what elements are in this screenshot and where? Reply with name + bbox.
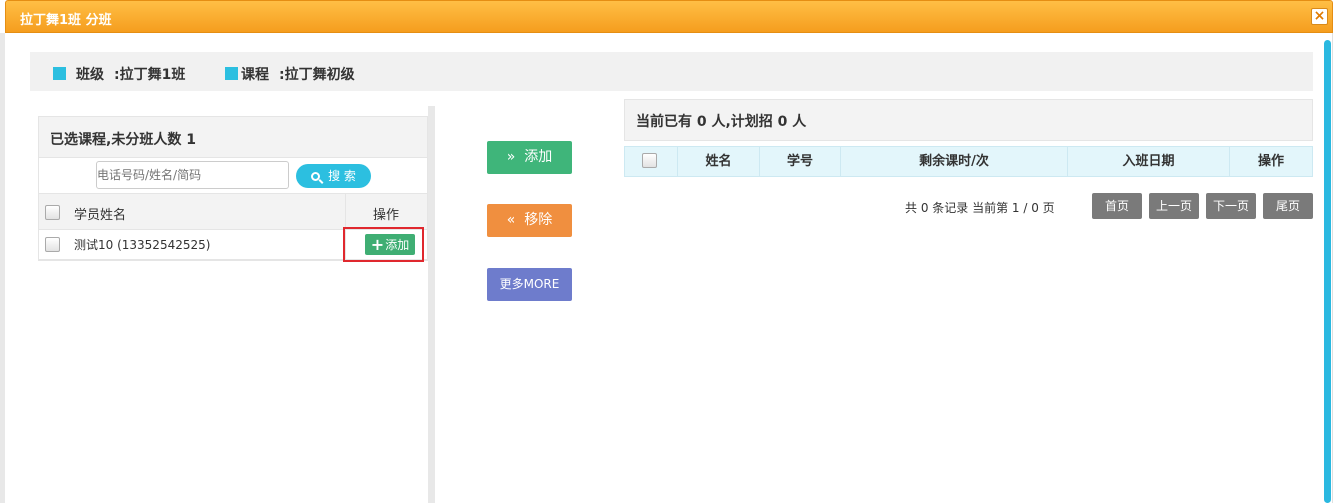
double-chevron-right-icon: »: [506, 149, 516, 165]
left-panel-header: 已选课程,未分班人数 1: [39, 117, 427, 158]
course-label: 课程: [241, 67, 269, 83]
column-operation: 操作: [373, 208, 400, 223]
course-value: :拉丁舞初级: [279, 67, 355, 83]
select-all-checkbox[interactable]: [642, 153, 657, 168]
class-value: :拉丁舞1班: [114, 67, 186, 83]
right-table-header: 姓名 学号 剩余课时/次 入班日期 操作: [624, 146, 1313, 177]
table-row: 测试10 (13352542525) +添加: [39, 227, 427, 262]
row-add-label: 添加: [385, 238, 410, 252]
student-name: 测试10 (13352542525): [74, 238, 211, 252]
right-panel-header: 当前已有 0 人,计划招 0 人: [624, 99, 1313, 141]
column-operation: 操作: [1229, 147, 1312, 176]
select-all-cell: [625, 147, 677, 176]
column-student-id: 学号: [759, 147, 840, 176]
search-button-label: 搜 索: [328, 169, 356, 183]
class-info-bar: 班级 :拉丁舞1班 课程 :拉丁舞初级: [30, 52, 1313, 91]
row-add-button[interactable]: +添加: [365, 234, 415, 255]
close-icon[interactable]: ×: [1311, 8, 1328, 25]
select-all-checkbox[interactable]: [45, 205, 60, 220]
search-icon: [311, 172, 321, 181]
dialog-title: 拉丁舞1班 分班: [20, 13, 112, 28]
class-label: 班级: [76, 67, 104, 83]
next-page-button[interactable]: 下一页: [1206, 193, 1256, 219]
column-divider: [345, 194, 346, 230]
last-page-button[interactable]: 尾页: [1263, 193, 1313, 219]
left-table-header: 学员姓名 操作: [39, 194, 427, 230]
remove-button-label: 移除: [524, 212, 553, 228]
column-student-name: 学员姓名: [74, 208, 127, 223]
class-info: 班级 :拉丁舞1班: [53, 64, 185, 84]
course-info: 课程 :拉丁舞初级: [225, 64, 355, 84]
column-remaining-hours: 剩余课时/次: [840, 147, 1067, 176]
more-button[interactable]: 更多MORE: [487, 268, 572, 301]
square-bullet-icon: [225, 67, 238, 80]
add-button-label: 添加: [524, 149, 553, 165]
square-bullet-icon: [53, 67, 66, 80]
pagination-summary: 共 0 条记录 当前第 1 / 0 页: [905, 201, 1055, 215]
panel-divider: [428, 106, 435, 503]
dialog-right-edge: [1332, 33, 1333, 503]
prev-page-button[interactable]: 上一页: [1149, 193, 1199, 219]
first-page-button[interactable]: 首页: [1092, 193, 1142, 219]
add-button[interactable]: » 添加: [487, 141, 572, 174]
search-row: 搜 索: [39, 158, 427, 194]
remove-button[interactable]: « 移除: [487, 204, 572, 237]
dialog-left-edge: [0, 33, 5, 503]
row-checkbox[interactable]: [45, 237, 60, 252]
column-join-date: 入班日期: [1067, 147, 1229, 176]
dialog-title-bar: 拉丁舞1班 分班 ×: [5, 0, 1333, 33]
search-input[interactable]: [96, 161, 289, 189]
unassigned-students-panel: 已选课程,未分班人数 1 搜 索 学员姓名 操作 测试10 (133525425…: [38, 116, 428, 262]
column-name: 姓名: [677, 147, 759, 176]
double-chevron-left-icon: «: [506, 212, 516, 228]
vertical-scrollbar[interactable]: [1324, 40, 1331, 503]
plus-icon: +: [370, 235, 385, 254]
search-button[interactable]: 搜 索: [296, 164, 371, 188]
